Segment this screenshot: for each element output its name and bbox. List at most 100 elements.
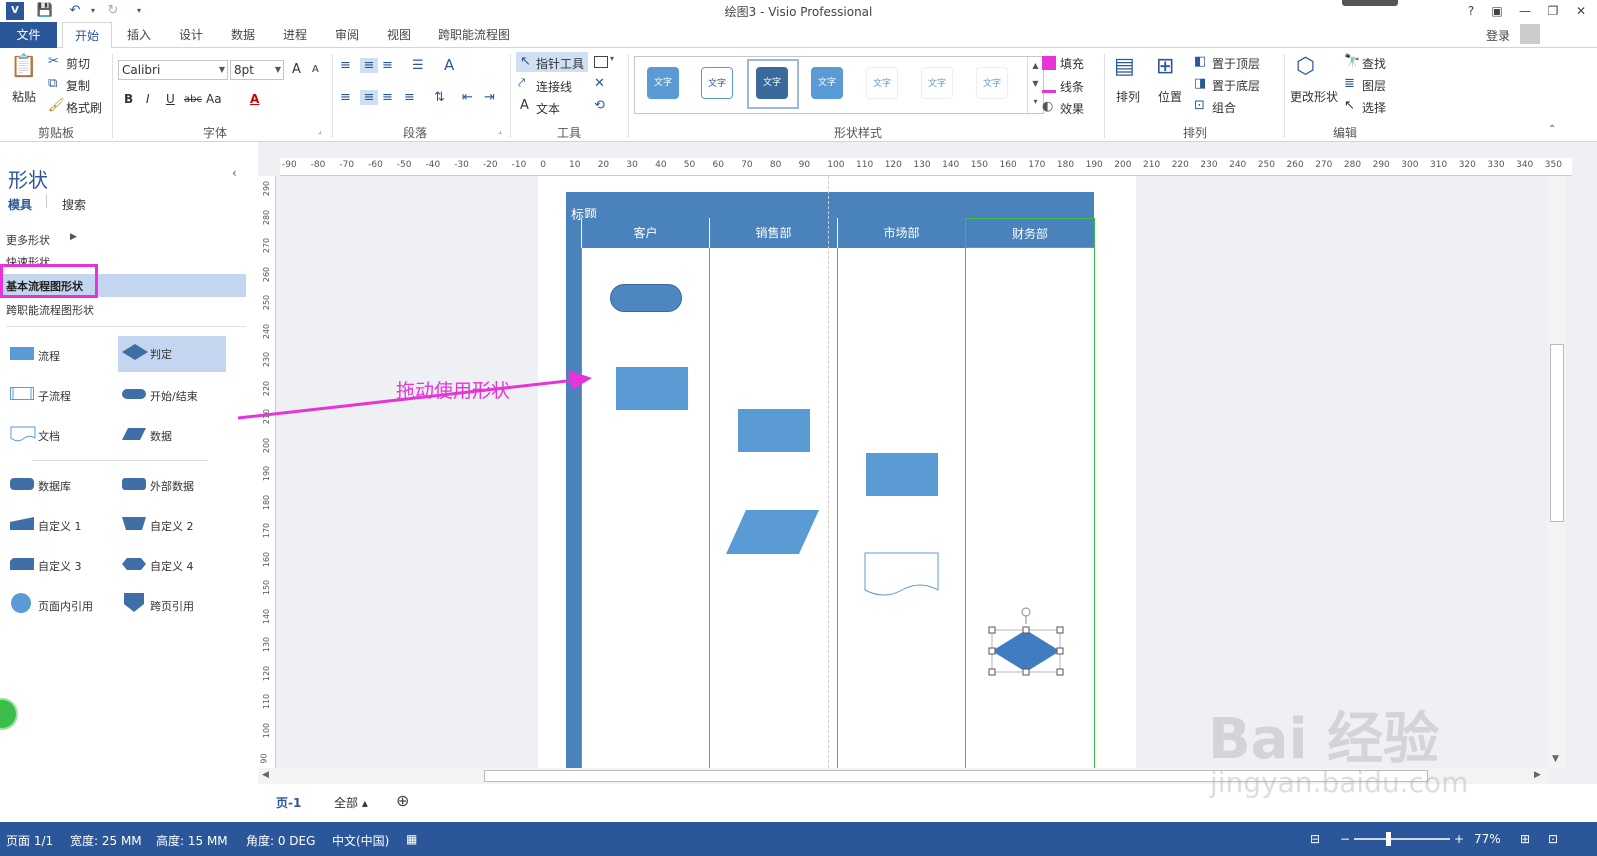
ribbon-display-button[interactable]: ▣ [1484,2,1510,20]
style-swatch[interactable]: 文字 [647,67,679,99]
style-swatch[interactable]: 文字 [701,67,733,99]
status-language[interactable]: 中文(中国) [332,832,389,849]
add-page-button[interactable]: ⊕ [396,791,409,810]
shape-database[interactable]: 数据库 [6,468,112,502]
close-button[interactable]: ✕ [1568,2,1594,20]
dialog-launcher-icon[interactable]: ⌟ [498,126,502,135]
lane-header-finance[interactable]: 财务部 [965,218,1095,248]
decrease-indent-icon[interactable]: ⇤ [462,90,473,105]
drawing-page[interactable]: 标题 客户 销售部 市场部 财务部 [538,176,1136,768]
lane-customer[interactable] [581,248,709,768]
strikethrough-button[interactable]: abc [184,94,202,105]
process-shape[interactable] [616,367,688,410]
collapse-ribbon-icon[interactable]: ⌃ [1548,124,1556,135]
rotate-text-icon[interactable]: ⟲ [594,98,605,113]
shape-custom1[interactable]: 自定义 1 [6,508,112,542]
login-link[interactable]: 登录 [1486,27,1510,44]
underline-button[interactable]: U [166,92,175,106]
font-color-button[interactable]: A [250,92,259,106]
gallery-scroll[interactable]: ▲ ▼ ▾ [1027,57,1043,113]
data-shape[interactable] [726,509,820,555]
lane-marketing[interactable] [837,248,965,768]
style-swatch[interactable]: 文字 [921,67,953,99]
italic-button[interactable]: I [146,92,150,106]
lane-header-marketing[interactable]: 市场部 [837,218,965,248]
page-tab-1[interactable]: 页-1 [276,794,301,811]
tab-review[interactable]: 审阅 [324,22,370,48]
macro-icon[interactable]: ▦ [406,832,417,846]
fill-button[interactable]: 填充 [1060,55,1084,72]
position-button[interactable]: 位置 [1158,88,1182,105]
text-tool-button[interactable]: 文本 [536,100,560,117]
tab-view[interactable]: 视图 [376,22,422,48]
group-button[interactable]: 组合 [1212,99,1236,116]
connection-point-icon[interactable]: ✕ [594,76,605,91]
increase-indent-icon[interactable]: ⇥ [484,90,495,105]
style-swatch[interactable]: 文字 [976,67,1008,99]
align-right-icon[interactable]: ≡ [382,90,393,105]
copy-button[interactable]: 复制 [66,77,90,94]
pointer-tool-button[interactable]: ↖ 指针工具 [516,52,588,72]
find-button[interactable]: 查找 [1362,55,1386,72]
presentation-mode-icon[interactable]: ⊟ [1310,832,1320,846]
align-top-icon[interactable]: ≡ [340,58,351,73]
justify-icon[interactable]: ≡ [404,90,415,105]
zoom-slider-thumb[interactable] [1386,832,1391,846]
zoom-out-button[interactable]: − [1340,832,1350,846]
tab-insert[interactable]: 插入 [116,22,162,48]
help-button[interactable]: ? [1458,2,1484,20]
lane-sales[interactable] [709,248,837,768]
bullets-icon[interactable]: ☰ [412,58,424,73]
style-swatch[interactable]: 文字 [866,67,898,99]
paste-button[interactable]: 粘贴 [12,88,36,105]
text-direction-icon[interactable]: A [444,56,454,74]
effects-button[interactable]: 效果 [1060,100,1084,117]
align-left-icon[interactable]: ≡ [340,90,351,105]
align-middle-icon[interactable]: ≡ [360,58,378,73]
decision-shape-selected[interactable] [984,604,1068,680]
cut-button[interactable]: 剪切 [66,55,90,72]
shape-process[interactable]: 流程 [6,338,112,372]
zoom-level[interactable]: 77% [1474,832,1501,846]
vertical-scrollbar[interactable]: ▼ [1548,176,1566,768]
rectangle-dropdown-icon[interactable]: ▾ [610,54,614,63]
select-button[interactable]: 选择 [1362,99,1386,116]
shape-document[interactable]: 文档 [6,418,112,452]
connector-button[interactable]: 连接线 [536,78,572,95]
collapse-panel-icon[interactable]: ‹ [232,166,237,180]
font-size-select[interactable]: 8pt ▼ [230,60,284,80]
tab-stencils[interactable]: 模具 [8,196,32,213]
align-shapes-button[interactable]: 排列 [1116,88,1140,105]
dialog-launcher-icon[interactable]: ⌟ [318,126,322,135]
shape-external-data[interactable]: 外部数据 [118,468,224,502]
tab-file[interactable]: 文件 [0,22,57,48]
align-bottom-icon[interactable]: ≡ [382,58,393,73]
process-shape[interactable] [738,409,810,452]
tab-data[interactable]: 数据 [220,22,266,48]
shape-subprocess[interactable]: 子流程 [6,378,112,412]
process-shape[interactable] [866,453,938,496]
style-swatch[interactable]: 文字 [811,67,843,99]
shape-data[interactable]: 数据 [118,418,224,452]
shape-decision[interactable]: 判定 [118,336,226,372]
line-spacing-icon[interactable]: ⇅ [434,90,445,105]
scroll-down-icon[interactable]: ▼ [1552,754,1559,764]
font-name-select[interactable]: Calibri ▼ [118,60,228,80]
tab-crossfunctional[interactable]: 跨职能流程图 [430,22,518,48]
shape-off-page-ref[interactable]: 跨页引用 [118,588,224,622]
tab-home[interactable]: 开始 [62,22,112,49]
minimize-button[interactable]: — [1512,2,1538,20]
restore-button[interactable]: ❐ [1540,2,1566,20]
shape-on-page-ref[interactable]: 页面内引用 [6,588,112,622]
status-page[interactable]: 页面 1/1 [6,832,53,849]
pan-zoom-icon[interactable]: ⊡ [1548,832,1558,846]
floating-badge[interactable] [0,698,18,730]
scroll-thumb[interactable] [1550,344,1564,522]
lane-header-sales[interactable]: 销售部 [709,218,837,248]
shape-custom3[interactable]: 自定义 3 [6,548,112,582]
more-shapes-item[interactable]: 更多形状 [6,232,50,248]
terminator-shape[interactable] [610,284,682,312]
line-button[interactable]: 线条 [1060,78,1084,95]
shape-custom2[interactable]: 自定义 2 [118,508,224,542]
change-shape-button[interactable]: 更改形状 [1290,88,1338,105]
